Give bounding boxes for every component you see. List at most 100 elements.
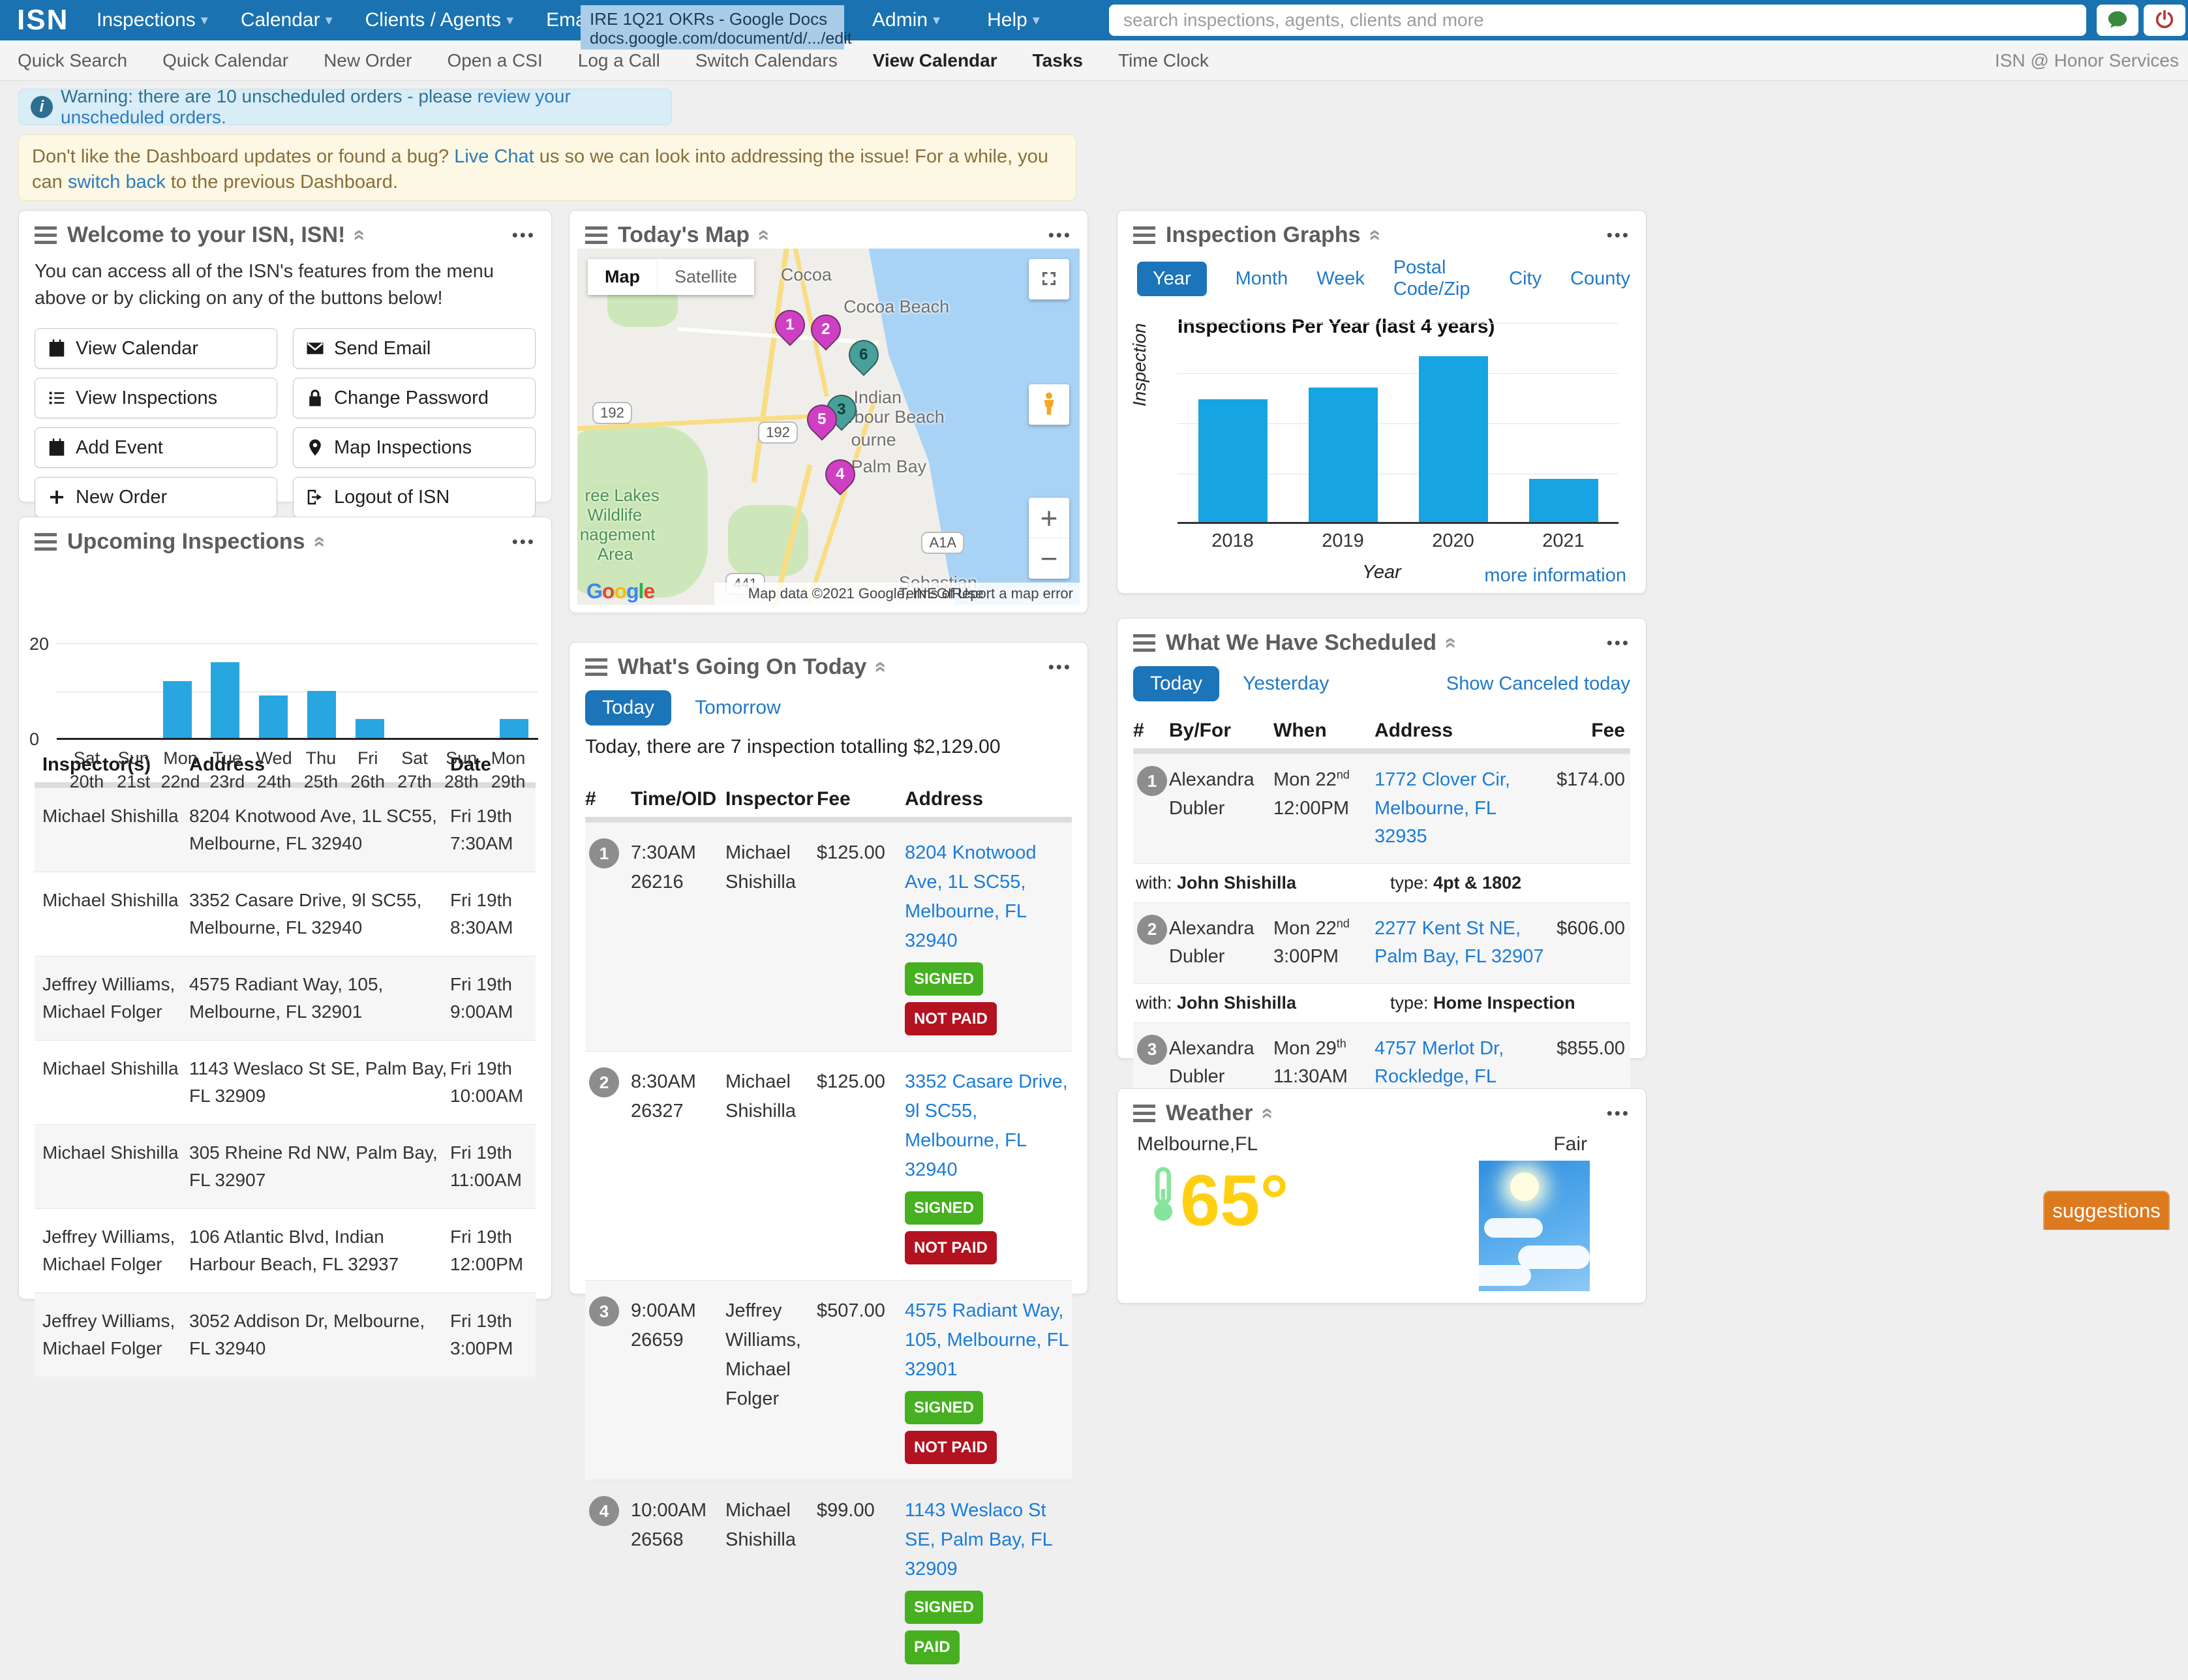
- drag-handle-icon[interactable]: [1133, 1105, 1155, 1122]
- table-row[interactable]: Michael Shishilla 8204 Knotwood Ave, 1L …: [35, 787, 536, 872]
- nav-help[interactable]: Help ▾: [987, 9, 1040, 31]
- address-link[interactable]: 3352 Casare Drive, 9l SC55, Melbourne, F…: [905, 1067, 1072, 1185]
- card-menu-button[interactable]: •••: [1607, 633, 1630, 653]
- address-link[interactable]: 4575 Radiant Way, 105, Melbourne, FL 329…: [905, 1296, 1072, 1384]
- card-menu-button[interactable]: •••: [1607, 225, 1630, 245]
- collapse-chevron-icon[interactable]: »: [1253, 1108, 1277, 1120]
- logout-power-button[interactable]: [2144, 5, 2185, 36]
- tab-month[interactable]: Month: [1236, 268, 1288, 290]
- table-row[interactable]: Michael Shishilla 3352 Casare Drive, 9l …: [35, 872, 536, 956]
- collapse-chevron-icon[interactable]: »: [1436, 637, 1461, 649]
- google-map[interactable]: Cocoa Cocoa Beach Indian Harbour Beach ourne…: [577, 249, 1080, 605]
- table-row[interactable]: 2 Alexandra Dubler Mon 22nd 3:00PM 2277 K…: [1133, 902, 1630, 983]
- subnav-time-clock[interactable]: Time Clock: [1101, 50, 1226, 71]
- isn-logo[interactable]: ISN: [17, 4, 87, 37]
- drag-handle-icon[interactable]: [1133, 226, 1155, 244]
- table-row[interactable]: 2 8:30AM 26327 Michael Shishilla $125.00 …: [585, 1051, 1072, 1280]
- list-button[interactable]: View Inspections: [35, 378, 277, 419]
- search-input[interactable]: [1109, 5, 2086, 36]
- address-link[interactable]: 1143 Weslaco St SE, Palm Bay, FL 32909: [905, 1496, 1072, 1584]
- collapse-chevron-icon[interactable]: »: [867, 662, 891, 673]
- bar-2019[interactable]: [1308, 388, 1378, 522]
- collapse-chevron-icon[interactable]: »: [305, 536, 329, 548]
- drag-handle-icon[interactable]: [35, 226, 57, 244]
- card-menu-button[interactable]: •••: [512, 225, 536, 245]
- subnav-open-a-csi[interactable]: Open a CSI: [429, 50, 560, 71]
- bar-2020[interactable]: [1418, 356, 1488, 522]
- subnav-quick-search[interactable]: Quick Search: [0, 50, 145, 71]
- tab-postal-code-zip[interactable]: Postal Code/Zip: [1393, 257, 1480, 300]
- suggestions-button[interactable]: suggestions: [2043, 1191, 2170, 1230]
- satellite-view-button[interactable]: Satellite: [657, 259, 755, 295]
- address-link[interactable]: 8204 Knotwood Ave, 1L SC55, Melbourne, F…: [905, 838, 1072, 956]
- tab-yesterday[interactable]: Yesterday: [1243, 673, 1329, 695]
- logout-button[interactable]: Logout of ISN: [293, 477, 536, 518]
- subnav-switch-calendars[interactable]: Switch Calendars: [678, 50, 855, 71]
- bar-fri-26th[interactable]: [355, 719, 384, 738]
- bar-2018[interactable]: [1198, 399, 1268, 522]
- report-map-error-link[interactable]: Report a map error: [952, 585, 1073, 602]
- table-row[interactable]: 4 10:00AM 26568 Michael Shishilla $99.00 …: [585, 1480, 1072, 1679]
- map-view-button[interactable]: Map: [588, 259, 657, 295]
- drag-handle-icon[interactable]: [585, 658, 607, 676]
- table-row[interactable]: 3 9:00AM 26659 Jeffrey Williams, Michael …: [585, 1280, 1072, 1480]
- collapse-chevron-icon[interactable]: »: [750, 230, 774, 241]
- card-menu-button[interactable]: •••: [512, 532, 536, 552]
- bar-2021[interactable]: [1528, 479, 1598, 522]
- fullscreen-button[interactable]: [1029, 259, 1069, 299]
- card-menu-button[interactable]: •••: [1048, 657, 1072, 677]
- tab-today[interactable]: Today: [585, 690, 672, 725]
- lock-button[interactable]: Change Password: [293, 378, 536, 419]
- tab-week[interactable]: Week: [1316, 268, 1365, 290]
- address-cell: 1143 Weslaco St SE, Palm Bay, FL 32909: [189, 1058, 448, 1106]
- subnav-quick-calendar[interactable]: Quick Calendar: [145, 50, 306, 71]
- table-row[interactable]: 1 7:30AM 26216 Michael Shishilla $125.00 …: [585, 822, 1072, 1052]
- address-link[interactable]: 1772 Clover Cir, Melbourne, FL 32935: [1375, 769, 1510, 847]
- live-chat-link[interactable]: Live Chat: [454, 146, 534, 167]
- tab-tomorrow[interactable]: Tomorrow: [695, 697, 781, 719]
- table-row[interactable]: Michael Shishilla 305 Rheine Rd NW, Palm…: [35, 1124, 536, 1208]
- drag-handle-icon[interactable]: [35, 533, 57, 551]
- tab-today[interactable]: Today: [1133, 666, 1220, 701]
- nav-admin[interactable]: Admin ▾: [872, 9, 940, 31]
- bar-thu-25th[interactable]: [307, 690, 336, 738]
- nav-clients-agents[interactable]: Clients / Agents ▾: [365, 9, 514, 31]
- calendar-button[interactable]: View Calendar: [35, 328, 277, 369]
- table-row[interactable]: Jeffrey Williams, Michael Folger 106 Atl…: [35, 1208, 536, 1292]
- plus-button[interactable]: New Order: [35, 477, 277, 518]
- collapse-chevron-icon[interactable]: »: [346, 230, 370, 241]
- pegman-streetview-control[interactable]: [1029, 384, 1069, 425]
- zoom-in-button[interactable]: +: [1029, 498, 1069, 538]
- bar-mon-22nd[interactable]: [162, 681, 192, 738]
- table-row[interactable]: Jeffrey Williams, Michael Folger 3052 Ad…: [35, 1292, 536, 1377]
- nav-calendar[interactable]: Calendar ▾: [241, 9, 333, 31]
- switch-back-link[interactable]: switch back: [68, 172, 166, 192]
- card-menu-button[interactable]: •••: [1607, 1103, 1630, 1123]
- envelope-button[interactable]: Send Email: [293, 328, 536, 369]
- bar-mon-29th[interactable]: [500, 719, 529, 738]
- card-menu-button[interactable]: •••: [1048, 225, 1072, 245]
- subnav-new-order[interactable]: New Order: [306, 50, 429, 71]
- collapse-chevron-icon[interactable]: »: [1361, 230, 1385, 241]
- nav-inspections[interactable]: Inspections ▾: [97, 9, 208, 31]
- drag-handle-icon[interactable]: [585, 226, 607, 244]
- subnav-tasks[interactable]: Tasks: [1015, 50, 1101, 71]
- show-canceled-link[interactable]: Show Canceled today: [1446, 673, 1630, 695]
- table-row[interactable]: Michael Shishilla 1143 Weslaco St SE, Pa…: [35, 1040, 536, 1124]
- map-marker-button[interactable]: Map Inspections: [293, 427, 536, 468]
- address-link[interactable]: 2277 Kent St NE, Palm Bay, FL 32907: [1375, 918, 1544, 968]
- zoom-out-button[interactable]: −: [1029, 538, 1069, 579]
- subnav-view-calendar[interactable]: View Calendar: [855, 50, 1015, 71]
- tab-county[interactable]: County: [1570, 268, 1630, 290]
- chat-button[interactable]: [2097, 5, 2138, 36]
- bar-tue-23rd[interactable]: [211, 662, 240, 738]
- drag-handle-icon[interactable]: [1133, 634, 1155, 652]
- table-row[interactable]: Jeffrey Williams, Michael Folger 4575 Ra…: [35, 956, 536, 1040]
- more-information-link[interactable]: more information: [1484, 565, 1626, 587]
- subnav-log-a-call[interactable]: Log a Call: [560, 50, 678, 71]
- table-row[interactable]: 1 Alexandra Dubler Mon 22nd 12:00PM 1772 …: [1133, 754, 1630, 863]
- bar-wed-24th[interactable]: [259, 695, 288, 738]
- tab-year[interactable]: Year: [1137, 261, 1207, 296]
- calendar-plus-button[interactable]: Add Event: [35, 427, 277, 468]
- tab-city[interactable]: City: [1509, 268, 1542, 290]
